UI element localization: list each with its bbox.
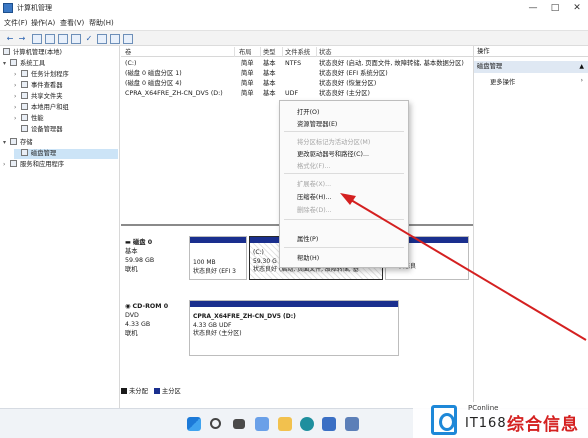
watermark-red-text: 综合信息 <box>507 415 579 435</box>
start-icon[interactable] <box>187 417 201 431</box>
file-explorer-icon[interactable] <box>278 417 292 431</box>
pconline-logo-icon <box>431 405 457 435</box>
task-view-icon[interactable] <box>233 419 245 429</box>
widgets-icon[interactable] <box>255 417 269 431</box>
computer-management-window: 计算机管理 — □ ✕ 文件(F) 操作(A) 查看(V) 帮助(H) ← → … <box>0 0 588 408</box>
annotation-arrow <box>340 193 587 341</box>
watermark: PConline IT168 综合信息 <box>413 402 588 438</box>
watermark-big-text: IT168 <box>465 416 507 431</box>
computer-management-taskbar-icon[interactable] <box>345 417 359 431</box>
search-icon[interactable] <box>210 418 221 429</box>
store-icon[interactable] <box>322 417 336 431</box>
watermark-small-text: PConline <box>468 404 499 412</box>
edge-browser-icon[interactable] <box>300 417 314 431</box>
